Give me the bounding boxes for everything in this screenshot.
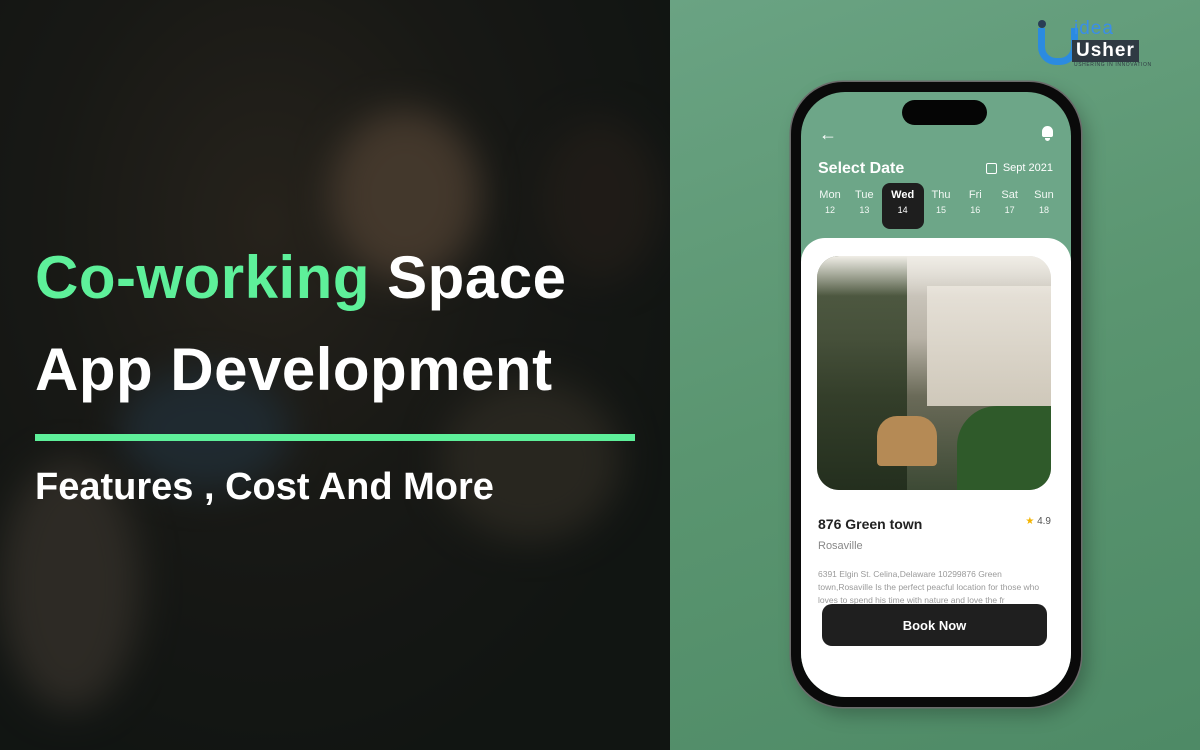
screen-title: Select Date [818, 160, 905, 177]
logo-tagline: USHERING IN INNOVATION [1074, 62, 1152, 68]
day-mon[interactable]: Mon 12 [813, 183, 847, 231]
day-name: Tue [855, 189, 874, 201]
rating-value: 4.9 [1037, 516, 1051, 527]
accent-divider [35, 434, 635, 441]
bell-icon[interactable] [1042, 126, 1053, 141]
day-fri[interactable]: Fri 16 [958, 183, 992, 231]
month-selector[interactable]: Sept 2021 [985, 162, 1053, 174]
logo-text-usher: Usher [1072, 40, 1139, 62]
logo-text-idea: idea [1074, 18, 1114, 39]
headline-line-1: Co-working Space [35, 248, 566, 308]
day-thu[interactable]: Thu 15 [924, 183, 958, 231]
day-date: 18 [1038, 205, 1049, 215]
day-name: Wed [891, 189, 915, 201]
day-date: 12 [824, 205, 835, 215]
listing-city: Rosaville [818, 540, 863, 552]
day-date: 13 [859, 205, 870, 215]
idea-usher-logo: idea Usher USHERING IN INNOVATION [1030, 16, 1180, 68]
dynamic-island [902, 100, 987, 125]
star-icon: ★ [1025, 516, 1035, 527]
day-date: 14 [897, 205, 908, 215]
day-name: Sun [1034, 189, 1054, 201]
headline-line-2: App Development [35, 336, 553, 403]
listing-card: 876 Green town ★ 4.9 Rosaville 6391 Elgi… [801, 238, 1071, 697]
day-date: 17 [1004, 205, 1015, 215]
photo-roof [817, 256, 1051, 296]
photo-wall [927, 286, 1051, 406]
phone-mockup: ← Select Date Sept 2021 Mon 12 Tue 13 Wed 1… [791, 82, 1081, 707]
month-label: Sept 2021 [1002, 162, 1053, 174]
day-name: Mon [819, 189, 841, 201]
headline-accent: Co-working [35, 244, 370, 311]
day-date: 15 [935, 205, 946, 215]
calendar-icon [985, 162, 997, 174]
day-date: 16 [970, 205, 981, 215]
date-strip: Mon 12 Tue 13 Wed 14 Thu 15 Fri 16 Sat 17 Sun 1… [813, 183, 1061, 231]
day-tue[interactable]: Tue 13 [847, 183, 881, 231]
day-name: Sat [1001, 189, 1018, 201]
book-now-button[interactable]: Book Now [822, 604, 1047, 646]
day-sat[interactable]: Sat 17 [993, 183, 1027, 231]
listing-description: 6391 Elgin St. Celina,Delaware 10299876 … [818, 569, 1040, 605]
headline-rest: Space [387, 244, 567, 311]
photo-palm [957, 406, 1051, 490]
listing-rating: ★ 4.9 [1025, 516, 1051, 527]
listing-photo[interactable] [817, 256, 1051, 490]
subtitle: Features , Cost And More [35, 466, 494, 508]
day-wed-selected[interactable]: Wed 14 [881, 183, 924, 229]
logo-dot-icon [1038, 20, 1046, 28]
day-sun[interactable]: Sun 18 [1027, 183, 1061, 231]
day-name: Fri [968, 189, 982, 201]
arrow-left-icon[interactable]: ← [819, 124, 837, 145]
phone-screen: ← Select Date Sept 2021 Mon 12 Tue 13 Wed 1… [801, 92, 1071, 697]
listing-name: 876 Green town [818, 516, 923, 532]
day-name: Thu [931, 189, 951, 201]
photo-chair [877, 416, 937, 466]
